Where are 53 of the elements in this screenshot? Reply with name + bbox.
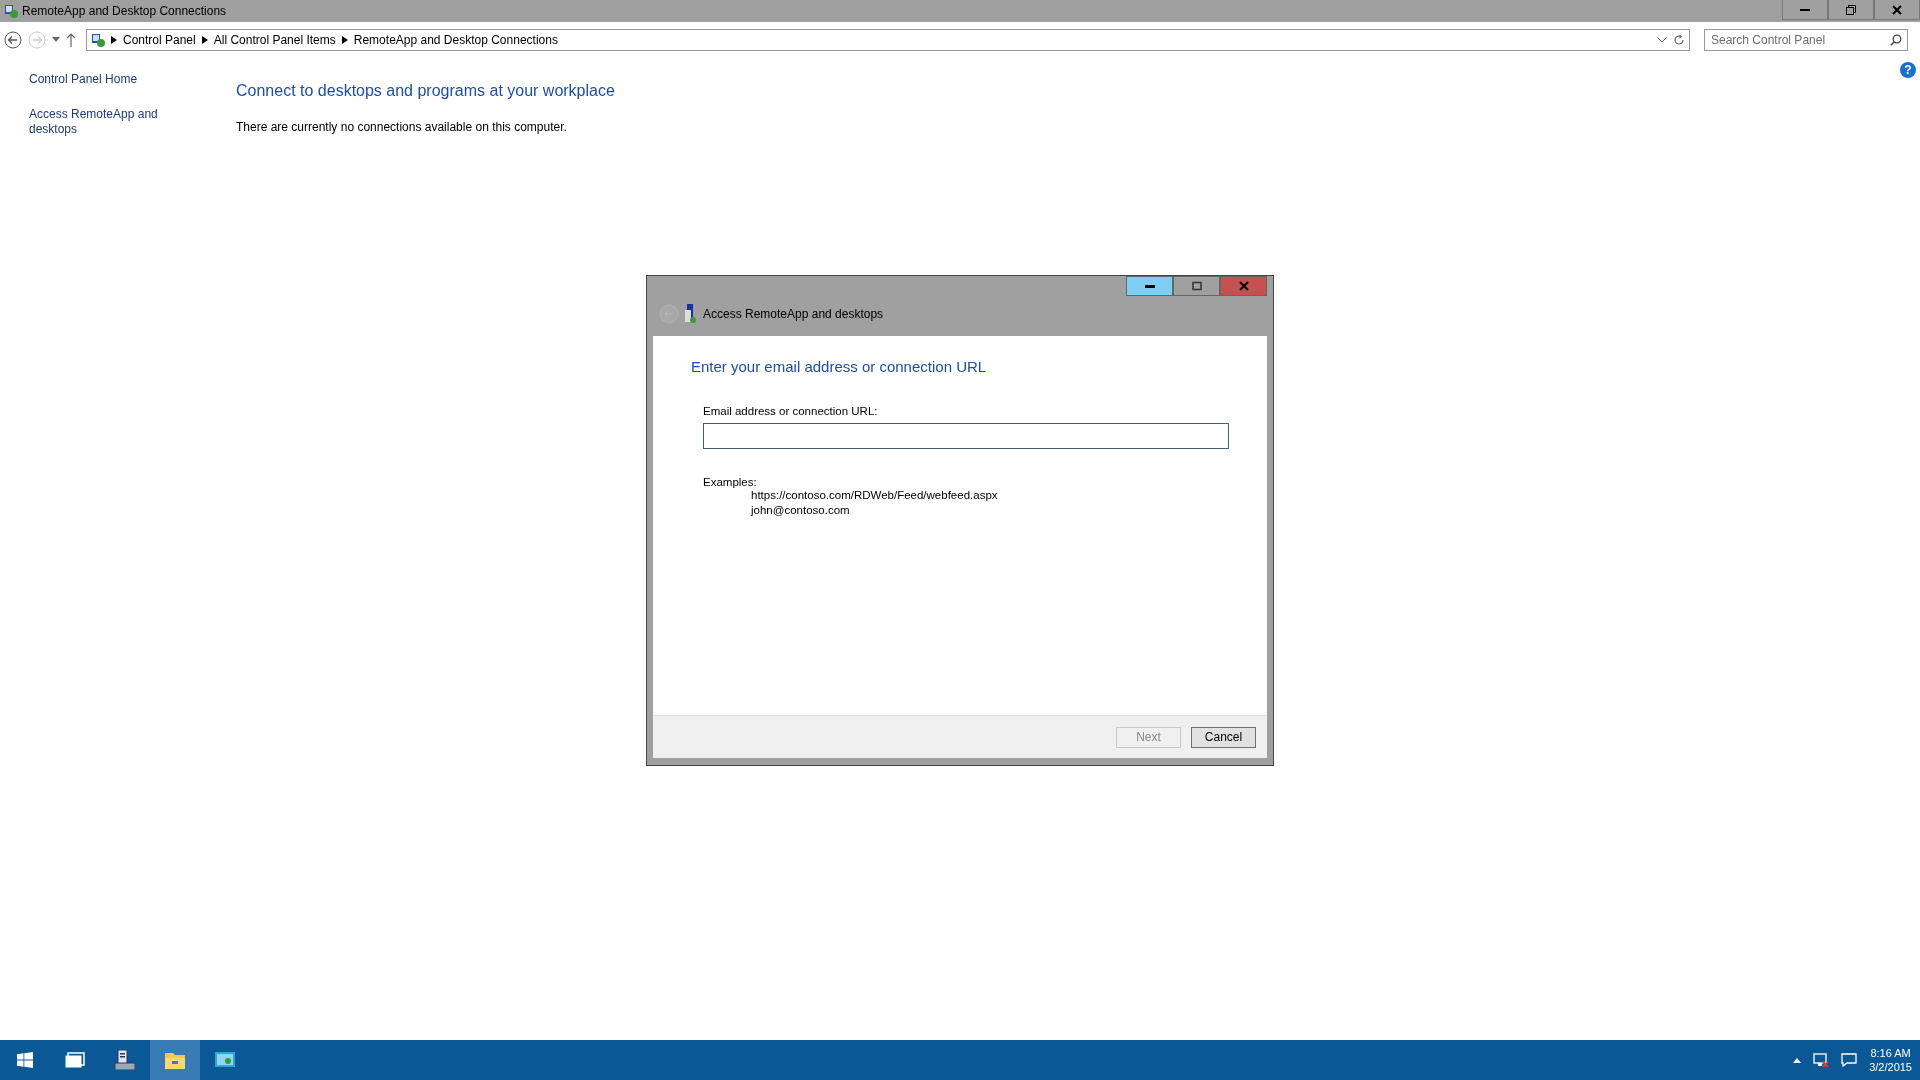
close-icon	[1892, 4, 1902, 15]
example-text: john@contoso.com	[751, 503, 851, 518]
close-icon	[1238, 281, 1249, 291]
refresh-icon[interactable]	[1673, 34, 1685, 46]
maximize-icon	[1191, 281, 1202, 291]
close-button[interactable]	[1874, 0, 1920, 20]
control-panel-icon	[91, 33, 105, 47]
example-text: https://contoso.com/RDWeb/Feed/webfeed.aspx	[751, 488, 999, 503]
field-label: Email address or connection URL:	[703, 405, 879, 417]
url-input-field[interactable]	[703, 423, 1229, 449]
dropdown-caret-icon[interactable]	[1657, 37, 1667, 43]
page-heading: Connect to desktops and programs at your workplace	[236, 82, 616, 100]
help-button[interactable]: ?	[1900, 62, 1916, 78]
minimize-icon	[1800, 8, 1810, 11]
folder-icon	[165, 1050, 185, 1070]
show-hidden-icons-icon[interactable]	[1793, 1057, 1802, 1063]
network-icon[interactable]	[1813, 1053, 1830, 1067]
dialog-title: Access RemoteApp and desktops	[703, 307, 884, 321]
search-icon[interactable]	[1890, 34, 1902, 46]
restore-button[interactable]	[1828, 0, 1874, 20]
minimize-button[interactable]	[1126, 276, 1173, 296]
clock-time[interactable]: 8:16 AM	[1870, 1046, 1911, 1060]
status-message: There are currently no connections available on this computer.	[236, 120, 568, 134]
address-bar[interactable]: Control Panel All Control Panel Items RemoteApp and Desktop Connections	[86, 29, 1690, 51]
notification-icon[interactable]	[1841, 1053, 1858, 1067]
close-button[interactable]	[1220, 276, 1267, 296]
search-field[interactable]: Search Control Panel	[1704, 29, 1908, 51]
recent-dropdown-button[interactable]	[52, 37, 60, 43]
maximize-button[interactable]	[1173, 276, 1220, 296]
breadcrumb[interactable]: RemoteApp and Desktop Connections	[353, 33, 558, 47]
server-icon	[115, 1050, 135, 1070]
breadcrumb[interactable]: All Control Panel Items	[213, 33, 336, 47]
dialog-heading: Enter your email address or connection URL	[691, 358, 988, 375]
app-icon	[4, 4, 18, 18]
windows-logo-icon	[17, 1052, 33, 1068]
minimize-icon	[1144, 284, 1155, 288]
sidebar-link[interactable]: Control Panel Home	[29, 72, 169, 87]
breadcrumb-arrow-icon[interactable]	[111, 36, 117, 44]
restore-icon	[1846, 4, 1856, 15]
remote-desktop-icon	[215, 1050, 235, 1070]
task-view-icon	[65, 1052, 85, 1068]
up-button[interactable]	[66, 33, 76, 47]
minimize-button[interactable]	[1782, 0, 1828, 20]
examples-label: Examples:	[703, 476, 758, 488]
breadcrumb[interactable]: Control Panel	[123, 33, 196, 47]
dialog-button[interactable]: Cancel	[1191, 726, 1256, 748]
breadcrumb-arrow-icon[interactable]	[341, 36, 348, 44]
clock-date[interactable]: 3/2/2015	[1869, 1060, 1912, 1074]
window-title: RemoteApp and Desktop Connections	[22, 4, 228, 18]
computer-icon	[685, 304, 697, 324]
sidebar-link[interactable]: Access RemoteApp and desktops	[29, 107, 169, 137]
breadcrumb-arrow-icon[interactable]	[201, 36, 208, 44]
back-button[interactable]	[4, 31, 22, 49]
